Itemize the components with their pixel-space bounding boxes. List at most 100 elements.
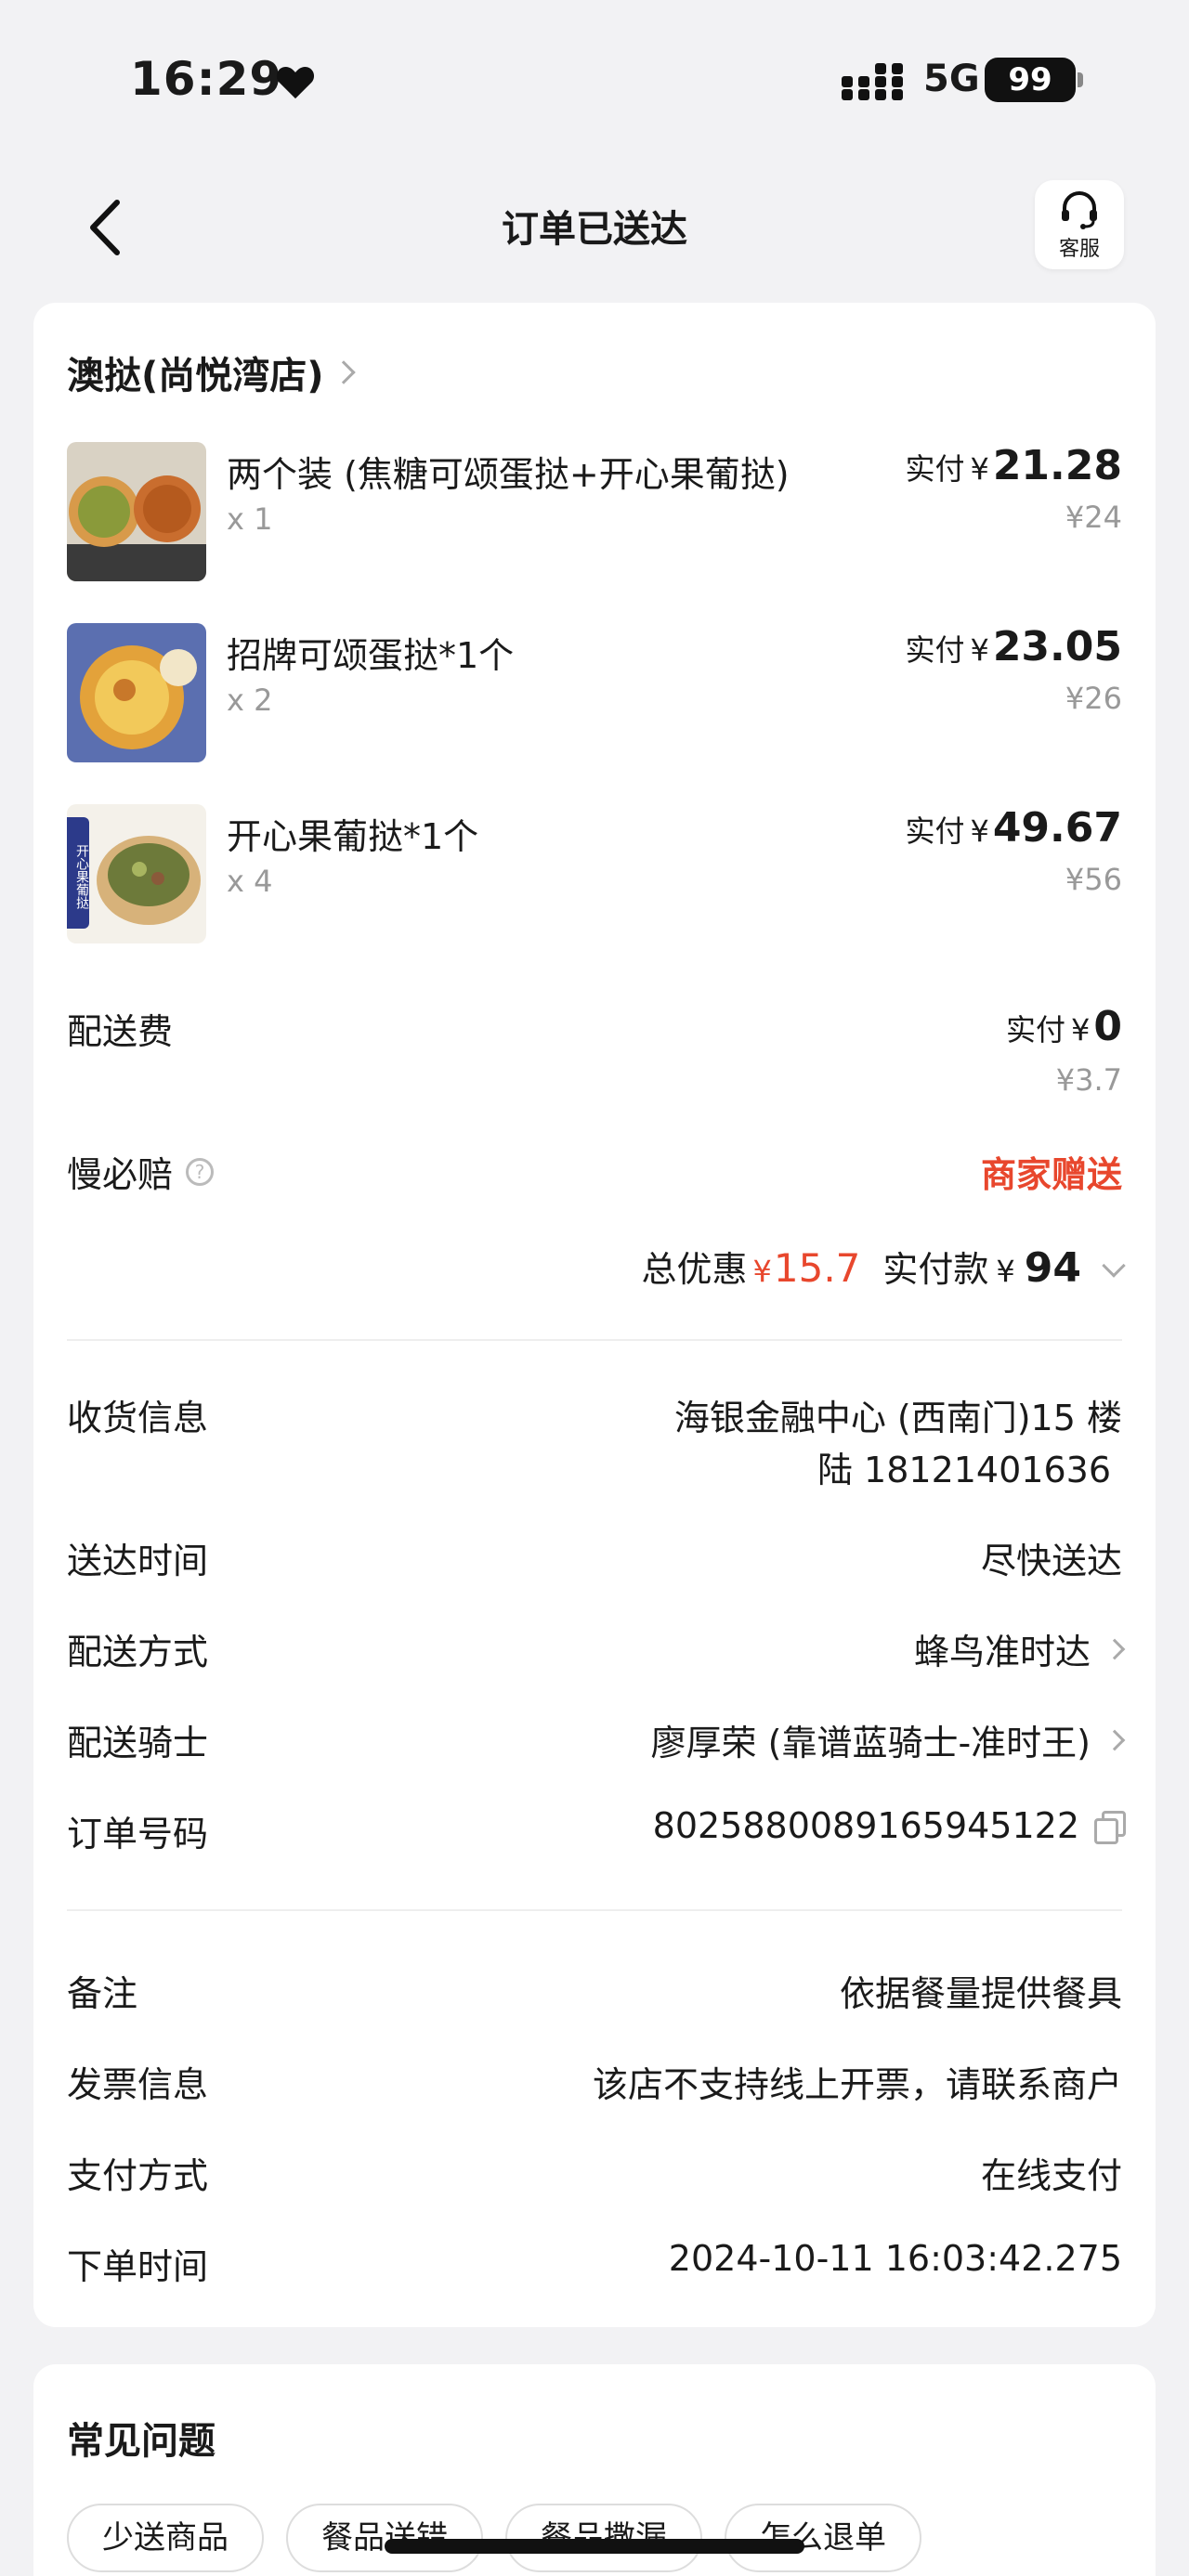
invoice-value: 该店不支持线上开票，请联系商户: [592, 2064, 1122, 2105]
total-paid-currency: ¥: [996, 1254, 1015, 1289]
paid-label: 实付: [905, 813, 965, 849]
item-paid-price: 实付 ¥ 49.67: [905, 804, 1122, 852]
receiver-label: 收货信息: [67, 1398, 209, 1438]
faq-chip[interactable]: 少送商品: [67, 2504, 264, 2572]
battery-nub: [1078, 72, 1083, 87]
item-name: 招牌可颂蛋挞*1个: [227, 635, 515, 676]
signal-icon: [842, 63, 903, 100]
order-item[interactable]: 开心果葡挞 开心果葡挞*1个 x 4 实付 ¥ 49.67 ¥56: [67, 804, 1122, 943]
item-original-price: ¥26: [1065, 681, 1122, 716]
currency-symbol: ¥: [970, 632, 989, 668]
item-name: 开心果葡挞*1个: [227, 816, 479, 857]
divider: [67, 1339, 1122, 1341]
chevron-right-icon: [331, 360, 356, 384]
order-number-row: 订单号码 8025880089165945122: [67, 1805, 1126, 1861]
paid-label: 实付: [1006, 1012, 1066, 1047]
discount-amount: 15.7: [773, 1245, 861, 1291]
delivery-time-value: 尽快送达: [980, 1541, 1122, 1581]
payment-label: 支付方式: [67, 2155, 209, 2196]
delivery-method-label: 配送方式: [67, 1632, 209, 1672]
network-label: 5G: [923, 58, 980, 100]
customer-service-button[interactable]: 客服: [1035, 180, 1124, 269]
home-indicator[interactable]: [385, 2539, 804, 2554]
order-number-label: 订单号码: [67, 1814, 209, 1854]
faq-title: 常见问题: [67, 2420, 216, 2463]
delivery-fee-paid: 实付 ¥ 0: [1006, 1003, 1122, 1050]
order-time-label: 下单时间: [67, 2246, 209, 2287]
totals-summary: 总优惠 ¥ 15.7 实付款 ¥ 94: [641, 1241, 1126, 1292]
item-quantity: x 1: [227, 501, 273, 537]
delivery-fee-label: 配送费: [67, 1011, 174, 1052]
status-bar: 16:29 5G 99: [0, 0, 1189, 158]
rider-row[interactable]: 配送骑士 廖厚荣 (靠谱蓝骑士-准时王): [67, 1714, 1126, 1770]
remark-row: 备注 依据餐量提供餐具: [67, 1965, 1122, 2021]
item-image: 开心果葡挞: [67, 804, 206, 943]
invoice-row: 发票信息 该店不支持线上开票，请联系商户: [67, 2056, 1122, 2112]
store-link[interactable]: 澳挞(尚悦湾店): [67, 349, 356, 397]
currency-symbol: ¥: [970, 813, 989, 849]
invoice-label: 发票信息: [67, 2064, 209, 2105]
faq-chip-list: 少送商品 餐品送错 餐品撒漏 怎么退单: [67, 2504, 921, 2572]
rider-value: 廖厚荣 (靠谱蓝骑士-准时王): [650, 1723, 1091, 1763]
item-image: [67, 442, 206, 581]
discount-currency: ¥: [752, 1254, 772, 1289]
order-number-value: 8025880089165945122: [652, 1805, 1079, 1846]
battery-level: 99: [985, 58, 1076, 102]
delivery-fee-row: 配送费 实付 ¥ 0 ¥3.7: [67, 1003, 1122, 1105]
receiver-address: 海银金融中心 (西南门)15 楼: [673, 1398, 1122, 1438]
remark-label: 备注: [67, 1973, 138, 2014]
store-name: 澳挞(尚悦湾店): [67, 355, 324, 397]
item-original-price: ¥56: [1065, 862, 1122, 897]
page-title: 订单已送达: [502, 208, 687, 251]
faq-chip[interactable]: 怎么退单: [725, 2504, 921, 2572]
rider-value-wrap: 廖厚荣 (靠谱蓝骑士-准时王): [650, 1714, 1126, 1765]
order-item[interactable]: 两个装 (焦糖可颂蛋挞+开心果葡挞) x 1 实付 ¥ 21.28 ¥24: [67, 442, 1122, 581]
status-time: 16:29: [130, 52, 283, 106]
paid-amount: 0: [1093, 1003, 1122, 1050]
discount-label: 总优惠: [641, 1249, 748, 1290]
remark-value: 依据餐量提供餐具: [839, 1973, 1122, 2014]
headset-icon: [1062, 191, 1097, 229]
paid-amount: 49.67: [992, 804, 1122, 852]
customer-service-label: 客服: [1058, 238, 1100, 261]
slow-compensation-label-wrap: 慢必赔 ?: [67, 1146, 215, 1197]
rider-label: 配送骑士: [67, 1723, 209, 1763]
slow-compensation-value: 商家赠送: [980, 1154, 1122, 1195]
delivery-method-value: 蜂鸟准时达: [913, 1632, 1091, 1672]
delivery-fee-original: ¥3.7: [1055, 1062, 1122, 1098]
item-quantity: x 4: [227, 864, 273, 899]
total-paid-amount: 94: [1024, 1244, 1081, 1292]
currency-symbol: ¥: [1071, 1012, 1091, 1047]
faq-chip[interactable]: 餐品送错: [286, 2504, 483, 2572]
item-quantity: x 2: [227, 683, 273, 718]
nav-bar: 订单已送达 客服: [0, 176, 1189, 279]
payment-value: 在线支付: [980, 2155, 1122, 2196]
currency-symbol: ¥: [970, 451, 989, 487]
totals-row[interactable]: 总优惠 ¥ 15.7 实付款 ¥ 94: [67, 1241, 1126, 1296]
order-time-row: 下单时间 2024-10-11 16:03:42.275: [67, 2238, 1122, 2294]
delivery-method-value-wrap: 蜂鸟准时达: [913, 1623, 1126, 1674]
receiver-contact: 陆 18121401636: [817, 1450, 1111, 1490]
chevron-right-icon: [1104, 1638, 1126, 1659]
item-name: 两个装 (焦糖可颂蛋挞+开心果葡挞): [227, 454, 790, 495]
delivery-time-label: 送达时间: [67, 1541, 209, 1581]
item-paid-price: 实付 ¥ 23.05: [905, 623, 1122, 670]
delivery-method-row[interactable]: 配送方式 蜂鸟准时达: [67, 1623, 1126, 1679]
item-original-price: ¥24: [1065, 500, 1122, 535]
divider: [67, 1909, 1122, 1911]
battery-icon: 99: [985, 58, 1083, 102]
paid-label: 实付: [905, 451, 965, 487]
order-number-value-wrap: 8025880089165945122: [652, 1805, 1126, 1846]
copy-icon[interactable]: [1092, 1811, 1126, 1844]
paid-amount: 21.28: [992, 442, 1122, 489]
paid-label: 实付: [905, 632, 965, 668]
payment-row: 支付方式 在线支付: [67, 2147, 1122, 2203]
order-time-value: 2024-10-11 16:03:42.275: [668, 2238, 1122, 2279]
faq-chip[interactable]: 餐品撒漏: [505, 2504, 702, 2572]
receiver-info-row: 收货信息 海银金融中心 (西南门)15 楼 陆 18121401636: [67, 1389, 1122, 1501]
delivery-time-row: 送达时间 尽快送达: [67, 1532, 1122, 1588]
help-icon[interactable]: ?: [186, 1157, 215, 1186]
item-paid-price: 实付 ¥ 21.28: [905, 442, 1122, 489]
order-item[interactable]: 招牌可颂蛋挞*1个 x 2 实付 ¥ 23.05 ¥26: [67, 623, 1122, 762]
paid-amount: 23.05: [992, 623, 1122, 670]
